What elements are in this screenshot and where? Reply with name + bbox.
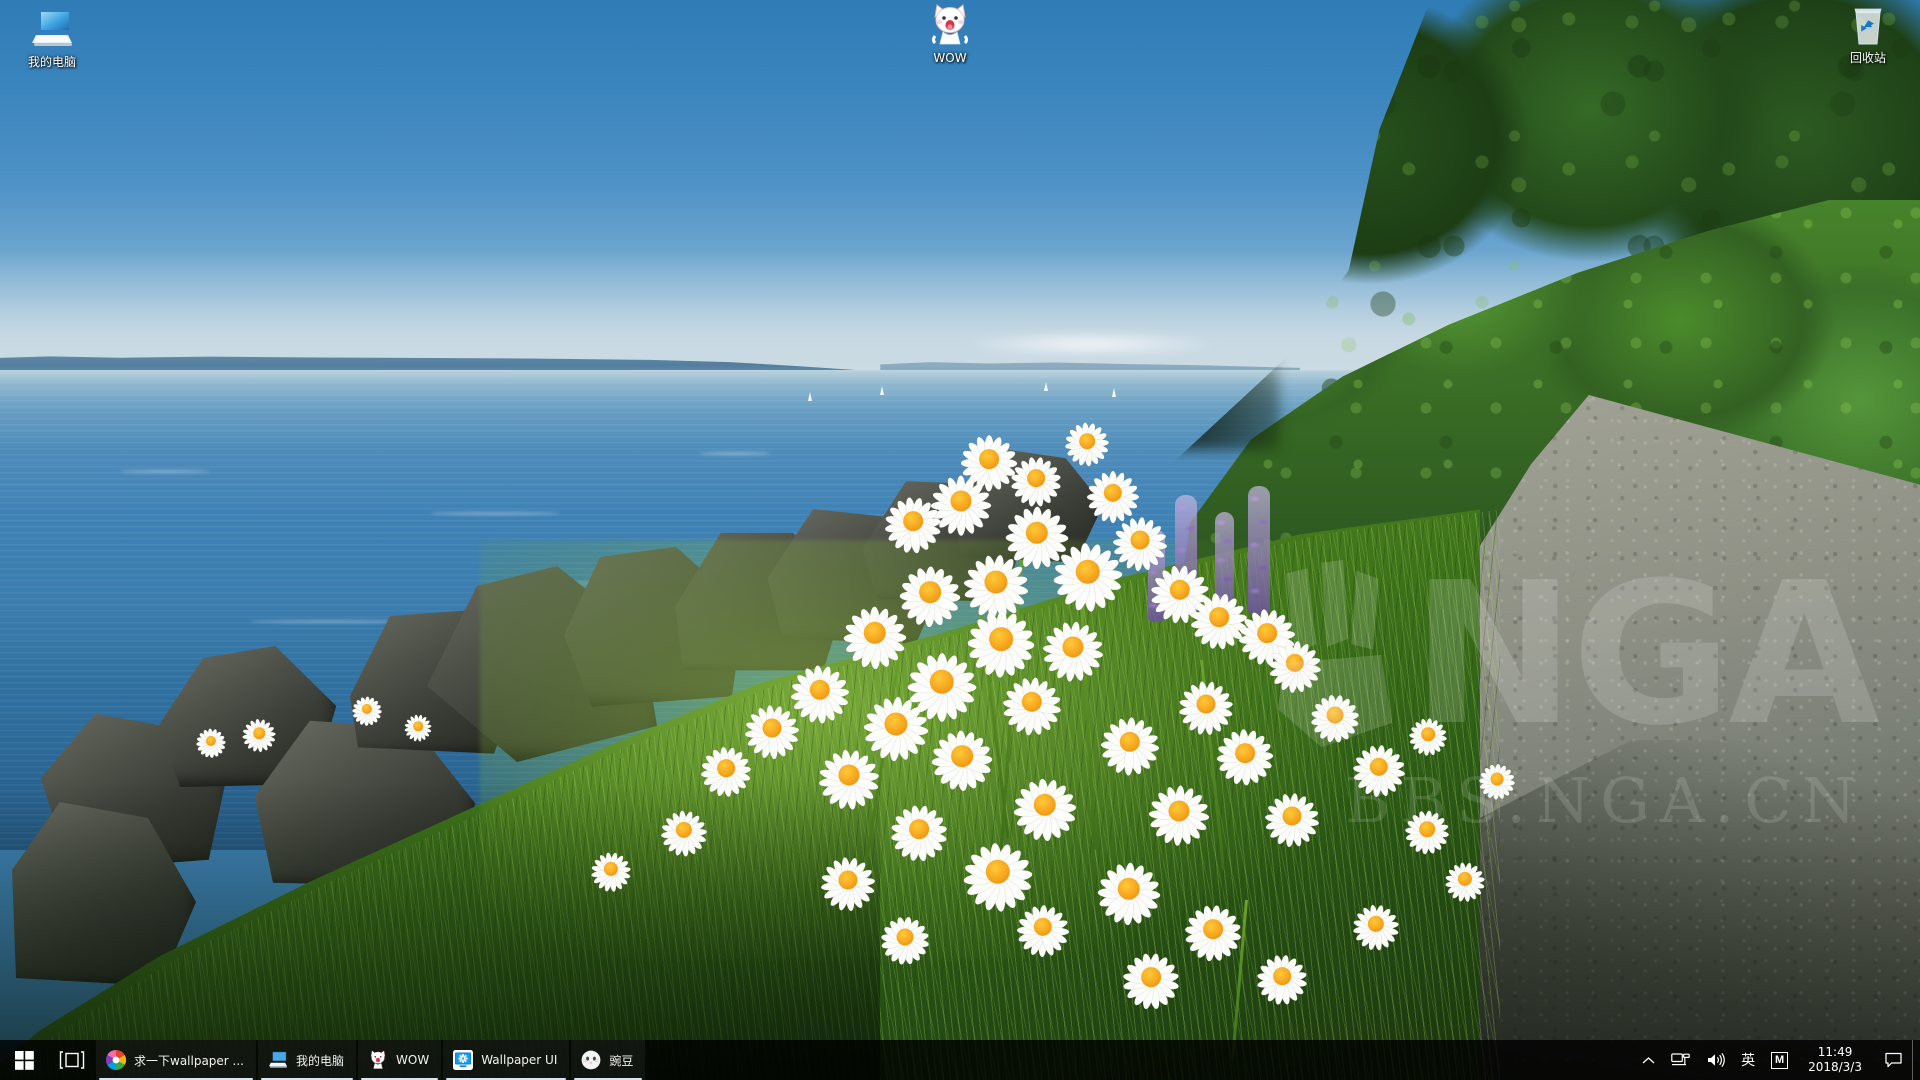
taskbar-clock[interactable]: 11:49 2018/3/3	[1796, 1040, 1874, 1080]
water-glint	[120, 470, 210, 473]
system-tray[interactable]: 英 M 11:49 2018/3/3	[1634, 1040, 1920, 1080]
white-cat-icon	[368, 1050, 388, 1070]
taskbar-app-list[interactable]: 求一下wallpaper ... 我的电脑 WOW Wallpaper UI 豌…	[96, 1040, 647, 1080]
daisy-flower	[1042, 616, 1104, 682]
action-center-button[interactable]	[1874, 1040, 1912, 1080]
daisy-flower	[700, 742, 752, 798]
tray-ime-button[interactable]: 英	[1733, 1040, 1763, 1080]
daisy-flower	[1268, 636, 1322, 694]
taskbar[interactable]: 求一下wallpaper ... 我的电脑 WOW Wallpaper UI 豌…	[0, 1040, 1920, 1080]
task-view-icon	[59, 1051, 85, 1069]
daisy-flower	[884, 492, 942, 554]
taskbar-app-wandou[interactable]: 豌豆	[571, 1040, 646, 1080]
taskbar-app-browser[interactable]: 求一下wallpaper ...	[96, 1040, 256, 1080]
desktop-icon-label: 我的电脑	[27, 55, 76, 69]
tray-chevron-up-button[interactable]	[1634, 1040, 1663, 1080]
taskbar-app-my-computer[interactable]: 我的电脑	[258, 1040, 357, 1080]
taskbar-spacer	[647, 1040, 1634, 1080]
desktop-icon-label: WOW	[933, 51, 967, 65]
taskbar-app-wallpaper-ui[interactable]: Wallpaper UI	[443, 1040, 570, 1080]
daisy-flower	[1122, 948, 1180, 1010]
daisy-flower	[590, 848, 632, 893]
taskbar-app-label: 我的电脑	[296, 1053, 345, 1068]
daisy-flower	[1010, 452, 1062, 508]
distant-cloud	[960, 330, 1220, 354]
desktop-wallpaper[interactable]: NGA BBS.NGA.CN	[0, 0, 1920, 1080]
computer-icon	[268, 1050, 288, 1070]
speaker-icon	[1708, 1053, 1725, 1067]
daisy-flower	[242, 716, 276, 752]
daisy-flower	[196, 726, 226, 758]
daisy-flower	[1096, 856, 1162, 926]
daisy-flower	[880, 912, 930, 965]
daisy-flower	[1012, 772, 1078, 842]
daisy-flower	[1016, 900, 1070, 957]
desktop-icon-label: 回收站	[1849, 51, 1886, 65]
daisy-flower	[352, 694, 382, 726]
daisy-flower	[1264, 788, 1320, 848]
taskbar-app-label: 豌豆	[609, 1053, 634, 1068]
wallpaper-ui-icon	[453, 1050, 474, 1070]
daisy-flower	[842, 600, 908, 670]
clock-time: 11:49	[1817, 1045, 1853, 1059]
taskbar-app-label: WOW	[396, 1053, 430, 1067]
computer-icon	[8, 6, 96, 52]
network-icon	[1671, 1053, 1690, 1066]
recycle-bin-icon	[1824, 2, 1912, 48]
cat-face-icon	[581, 1050, 601, 1070]
desktop-icon-my-computer[interactable]: 我的电脑	[8, 6, 96, 70]
daisy-flower	[1148, 780, 1210, 846]
tray-mode-button[interactable]: M	[1763, 1040, 1796, 1080]
daisy-flower	[404, 712, 432, 742]
daisy-flower	[1478, 760, 1516, 801]
desktop-icon-wow[interactable]: WOW	[906, 2, 994, 66]
daisy-flower	[660, 806, 708, 857]
task-view-button[interactable]	[48, 1040, 96, 1080]
meadow-shadow	[0, 780, 880, 1080]
daisy-flower	[818, 744, 880, 810]
water-glint	[250, 620, 410, 623]
ime-english-icon: 英	[1741, 1053, 1756, 1069]
chevron-up-icon	[1642, 1056, 1655, 1063]
water-glint	[700, 452, 770, 455]
daisy-flower	[1408, 714, 1448, 757]
windows-logo-icon	[14, 1050, 34, 1070]
notification-icon	[1884, 1052, 1902, 1068]
daisy-flower	[744, 700, 800, 760]
daisy-flower	[1256, 950, 1308, 1006]
lupine-flower	[1248, 486, 1270, 614]
daisy-flower	[1404, 806, 1450, 855]
daisy-flower	[1002, 672, 1062, 736]
taskbar-app-label: 求一下wallpaper ...	[134, 1053, 244, 1068]
pinwheel-browser-icon	[106, 1050, 126, 1070]
daisy-flower	[1100, 712, 1160, 776]
daisy-flower	[1064, 418, 1110, 467]
daisy-flower	[890, 800, 948, 862]
daisy-flower	[1352, 740, 1406, 798]
daisy-flower	[930, 724, 994, 792]
daisy-flower	[1352, 900, 1400, 951]
desktop-icon-recycle-bin[interactable]: 回收站	[1824, 2, 1912, 66]
white-cat-icon	[906, 2, 994, 48]
tray-volume-button[interactable]	[1698, 1040, 1733, 1080]
clock-date: 2018/3/3	[1808, 1060, 1862, 1074]
daisy-flower	[820, 852, 876, 912]
daisy-flower	[1216, 724, 1274, 786]
start-button[interactable]	[0, 1040, 48, 1080]
boxed-m-icon: M	[1771, 1051, 1789, 1069]
taskbar-app-wow[interactable]: WOW	[358, 1040, 442, 1080]
daisy-flower	[1444, 858, 1486, 903]
show-desktop-button[interactable]	[1912, 1040, 1920, 1080]
daisy-flower	[1310, 690, 1360, 743]
tray-network-button[interactable]	[1663, 1040, 1698, 1080]
taskbar-app-label: Wallpaper UI	[481, 1053, 558, 1067]
daisy-flower	[962, 836, 1034, 913]
daisy-flower	[1184, 900, 1242, 962]
water-glint	[430, 512, 560, 515]
